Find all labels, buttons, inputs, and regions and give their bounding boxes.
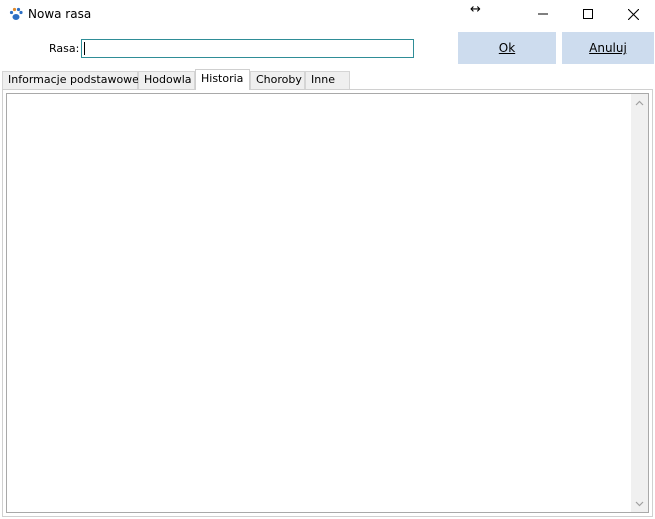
scroll-up-button[interactable] [631, 94, 648, 111]
historia-textarea[interactable] [6, 93, 649, 513]
resize-cursor-icon: ↔ [470, 2, 481, 17]
cancel-button-label: Anuluj [589, 41, 627, 55]
tab-label: Hodowla [144, 73, 192, 86]
minimize-button[interactable] [520, 0, 566, 28]
title-bar: Nowa rasa ↔ [0, 0, 655, 30]
cancel-button[interactable]: Anuluj [562, 32, 654, 64]
chevron-up-icon [635, 100, 644, 105]
tab-strip: Informacje podstawowe Hodowla Historia C… [2, 69, 652, 90]
maximize-button[interactable] [565, 0, 611, 28]
tab-historia[interactable]: Historia [195, 69, 250, 90]
tab-hodowla[interactable]: Hodowla [138, 71, 195, 89]
close-icon [627, 8, 639, 20]
close-button[interactable] [610, 0, 655, 28]
ok-button-label: Ok [498, 41, 516, 55]
maximize-icon [583, 9, 593, 19]
rasa-label: Rasa: [49, 42, 80, 55]
tab-label: Informacje podstawowe [8, 73, 139, 86]
minimize-icon [538, 13, 548, 15]
window-title: Nowa rasa [28, 7, 92, 21]
tab-informacje-podstawowe[interactable]: Informacje podstawowe [2, 71, 139, 89]
tab-choroby[interactable]: Choroby [250, 71, 305, 89]
vertical-scrollbar[interactable] [631, 94, 648, 512]
paw-icon [9, 7, 23, 20]
scroll-down-button[interactable] [631, 495, 648, 512]
tab-label: Historia [201, 72, 244, 85]
chevron-down-icon [635, 501, 644, 506]
tab-inne[interactable]: Inne [305, 71, 350, 89]
tab-label: Choroby [256, 73, 302, 86]
rasa-input[interactable] [81, 39, 414, 58]
historia-panel [2, 89, 653, 517]
ok-button[interactable]: Ok [458, 32, 556, 64]
tab-label: Inne [311, 73, 335, 86]
text-caret [84, 42, 85, 55]
